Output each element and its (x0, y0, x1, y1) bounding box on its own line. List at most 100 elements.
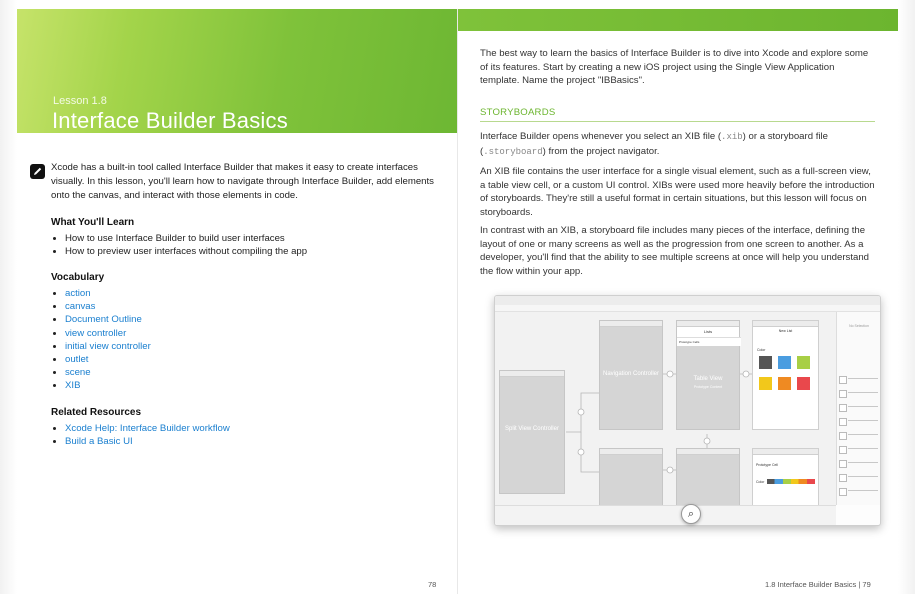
text-run: Interface Builder opens whenever you sel… (480, 131, 722, 142)
library-item-text (848, 476, 878, 477)
storyboard-canvas: Split View Controller Navigation Control… (495, 312, 836, 508)
vocab-link[interactable]: initial view controller (65, 340, 151, 353)
library-item[interactable] (839, 432, 879, 440)
resource-link[interactable]: Xcode Help: Interface Builder workflow (65, 422, 230, 435)
library-item-icon (839, 446, 847, 454)
color-swatch[interactable] (797, 377, 810, 390)
resources-list: Xcode Help: Interface Builder workflow B… (55, 422, 230, 448)
library-item[interactable] (839, 460, 879, 468)
library-item[interactable] (839, 474, 879, 482)
book-spread: Lesson 1.8 Interface Builder Basics Xcod… (0, 0, 915, 594)
table-view-label: Table View (693, 376, 723, 382)
library-item-icon (839, 376, 847, 384)
vocab-link[interactable]: scene (65, 366, 151, 379)
library-item[interactable] (839, 390, 879, 398)
library-item-text (848, 378, 878, 379)
library-item-icon (839, 460, 847, 468)
scene-label: Navigation Controller (602, 371, 660, 377)
prototype-cell-scene[interactable]: Prototype Cell Color (752, 448, 819, 508)
prototype-cell-label: Prototype Cell (756, 463, 778, 467)
lesson-number: Lesson 1.8 (53, 95, 107, 107)
resource-link[interactable]: Build a Basic UI (65, 435, 230, 448)
page-number-left: 78 (428, 580, 437, 589)
header-band (458, 9, 898, 31)
color-label: Color (757, 348, 766, 352)
vocab-list: action canvas Document Outline view cont… (55, 287, 151, 393)
list-title: Lists (677, 327, 739, 337)
library-item[interactable] (839, 376, 879, 384)
page-footer-right: 1.8 Interface Builder Basics | 79 (765, 580, 871, 589)
scene-bar (753, 449, 818, 455)
code-storyboard: .storyboard (483, 146, 543, 157)
scene-label: Split View Controller (505, 426, 559, 432)
scene-bar (753, 321, 818, 327)
table-view-scene[interactable]: Lists Prototype Cells Table View Prototy… (676, 320, 741, 430)
library-item-icon (839, 390, 847, 398)
color-swatch[interactable] (778, 356, 791, 369)
navigation-scene-bottom[interactable] (599, 448, 663, 508)
vocab-link[interactable]: Document Outline (65, 313, 151, 326)
paragraph-intro: The best way to learn the basics of Inte… (480, 48, 869, 86)
scene-bar (600, 449, 662, 455)
learn-heading: What You'll Learn (51, 217, 135, 228)
list-item: How to use Interface Builder to build us… (65, 232, 307, 245)
right-page: The best way to learn the basics of Inte… (458, 9, 898, 594)
vocab-heading: Vocabulary (51, 272, 105, 283)
library-item-icon (839, 488, 847, 496)
library-item[interactable] (839, 418, 879, 426)
xcode-jump-bar (495, 305, 880, 312)
paragraph-storyboard: Interface Builder opens whenever you sel… (480, 130, 875, 159)
list-item: How to preview user interfaces without c… (65, 245, 307, 258)
library-item-icon (839, 432, 847, 440)
library-item-text (848, 434, 878, 435)
color-strip (767, 479, 815, 484)
library-item-text (848, 490, 878, 491)
vocab-link[interactable]: view controller (65, 327, 151, 340)
scene-bar (677, 449, 739, 455)
section-heading: STORYBOARDS (480, 107, 556, 118)
inspector-empty-label: No Selection (849, 324, 869, 328)
library-item[interactable] (839, 446, 879, 454)
intro-paragraph: Xcode has a built-in tool called Interfa… (51, 162, 434, 201)
lesson-banner: Lesson 1.8 Interface Builder Basics (17, 9, 458, 133)
prototype-cells: Prototype Cells (677, 337, 741, 346)
vocab-link[interactable]: outlet (65, 353, 151, 366)
library-item-text (848, 462, 878, 463)
page-edge-right (898, 0, 915, 594)
learn-list: How to use Interface Builder to build us… (55, 232, 307, 258)
library-item[interactable] (839, 488, 879, 496)
library-item[interactable] (839, 404, 879, 412)
color-swatch[interactable] (759, 356, 772, 369)
vocab-link[interactable]: XIB (65, 379, 151, 392)
library-item-icon (839, 474, 847, 482)
color-swatch[interactable] (797, 356, 810, 369)
lesson-title: Interface Builder Basics (52, 108, 288, 133)
split-view-scene[interactable]: Split View Controller (499, 370, 565, 494)
navigation-scene-top[interactable]: Navigation Controller (599, 320, 663, 430)
vocab-link[interactable]: canvas (65, 300, 151, 313)
library-item-text (848, 392, 878, 393)
library-item-text (848, 420, 878, 421)
new-list-scene[interactable]: New List Color (752, 320, 819, 430)
vocab-link[interactable]: action (65, 287, 151, 300)
table-view-sub: Prototype Content (693, 385, 723, 389)
navigation-scene-detail[interactable] (676, 448, 740, 508)
new-list-title: New List (778, 329, 793, 333)
pencil-icon (30, 164, 45, 179)
resources-heading: Related Resources (51, 407, 142, 418)
magnifier-icon[interactable]: ⌕ (681, 504, 701, 524)
code-xib: .xib (721, 132, 743, 142)
library-item-icon (839, 404, 847, 412)
color-swatch[interactable] (759, 377, 772, 390)
paragraph-contrast: In contrast with an XIB, a storyboard fi… (480, 225, 870, 277)
scene-bar (600, 321, 662, 327)
library-item-text (848, 406, 878, 407)
library-item-icon (839, 418, 847, 426)
color-row-label: Color (756, 480, 765, 484)
scene-bar (500, 371, 564, 377)
inspector-panel: No Selection (836, 312, 880, 505)
color-swatch[interactable] (778, 377, 791, 390)
library-item-text (848, 448, 878, 449)
canvas-bottom-bar (495, 505, 836, 525)
page-edge-left (0, 0, 17, 594)
